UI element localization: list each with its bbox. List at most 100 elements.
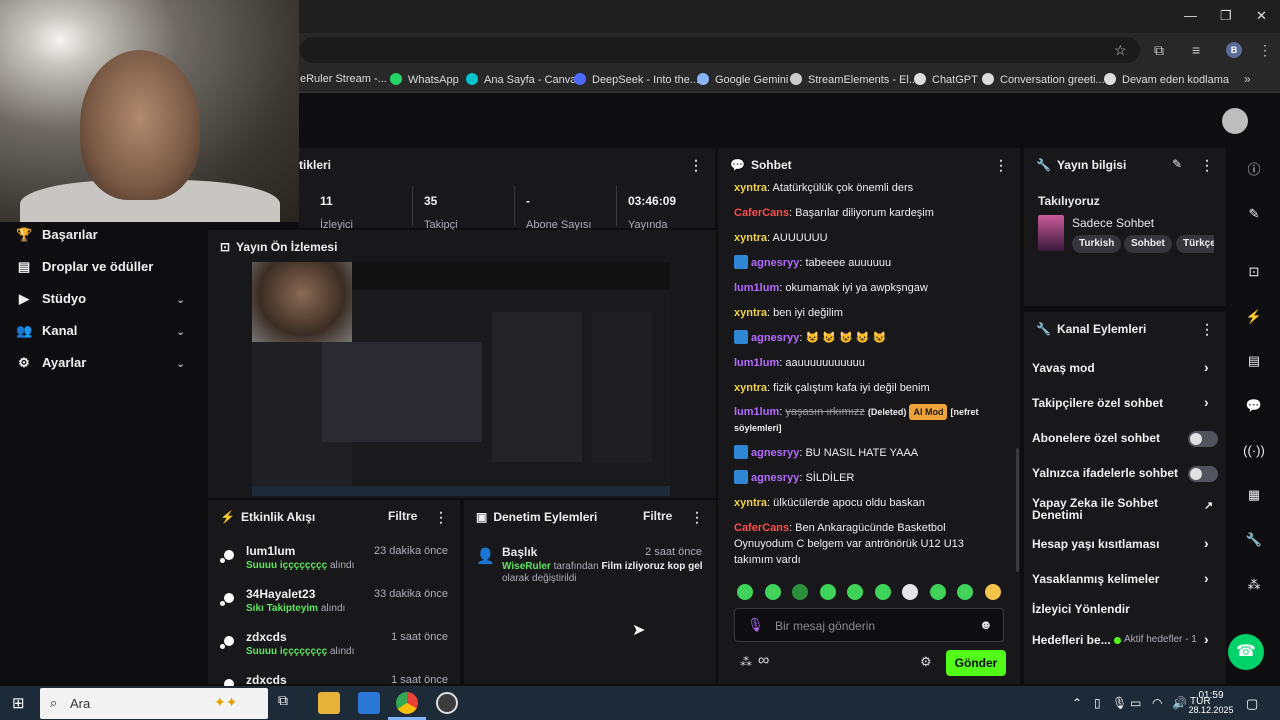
bookmark-item[interactable]: WhatsApp: [390, 73, 459, 87]
nav-item-3[interactable]: 👥 Kanal: [16, 323, 77, 343]
send-button[interactable]: Gönder: [946, 650, 1006, 676]
moderation-actor[interactable]: WiseRuler: [502, 561, 551, 572]
channel-action-toggle[interactable]: [1188, 466, 1218, 482]
channel-action-label[interactable]: Yapay Zeka ile Sohbet Denetimi: [1032, 497, 1192, 521]
stream-info-menu-icon[interactable]: ⋮: [1200, 157, 1214, 174]
channel-actions-menu-icon[interactable]: ⋮: [1200, 321, 1214, 338]
chat-settings-icon[interactable]: ⚙: [920, 654, 932, 670]
nav-item-2[interactable]: ▶ Stüdyo: [16, 291, 86, 311]
bookmark-item[interactable]: DeepSeek - Into the...: [574, 73, 699, 87]
nav-item-4[interactable]: ⚙ Ayarlar: [16, 355, 86, 375]
taskbar-search[interactable]: ⌕ Ara ✦✦: [40, 688, 268, 719]
bookmark-item[interactable]: ChatGPT: [914, 73, 978, 87]
emote-icon[interactable]: [737, 584, 753, 600]
tray-mic-icon[interactable]: 🎙: [1112, 696, 1127, 710]
chat-username[interactable]: xyntra: [734, 307, 767, 319]
extensions-icon[interactable]: ⧉: [1154, 42, 1164, 59]
emote-icon[interactable]: [847, 584, 863, 600]
chat-username[interactable]: lum1lum: [734, 406, 779, 418]
channel-action-label[interactable]: Yalnızca ifadelerle sohbet: [1032, 466, 1178, 480]
edit-icon[interactable]: ✎: [1172, 157, 1182, 171]
stats-menu-icon[interactable]: ⋮: [689, 157, 703, 174]
emote-icon[interactable]: [902, 584, 918, 600]
chat-username[interactable]: lum1lum: [734, 282, 779, 294]
task-view-icon[interactable]: ⧉: [278, 692, 300, 714]
moderation-filter-button[interactable]: Filtre: [643, 509, 672, 523]
microphone-icon[interactable]: 🎙: [747, 617, 764, 633]
stream-tag[interactable]: Turkish: [1072, 235, 1122, 253]
chevron-right-icon[interactable]: ›: [1204, 631, 1209, 647]
moderation-menu-icon[interactable]: ⋮: [690, 509, 704, 526]
category-thumbnail[interactable]: [1038, 215, 1064, 251]
activity-item-name[interactable]: zdxcds: [246, 630, 287, 644]
info-icon[interactable]: ⓘ: [1236, 152, 1272, 188]
bookmark-item[interactable]: StreamElements - El...: [790, 73, 918, 87]
channel-action-toggle[interactable]: [1188, 431, 1218, 447]
chat-menu-icon[interactable]: ⋮: [994, 157, 1008, 174]
close-icon[interactable]: ✕: [1256, 8, 1267, 24]
activity-filter-button[interactable]: Filtre: [388, 509, 417, 523]
share-icon[interactable]: ⁂: [1236, 567, 1272, 603]
channel-action-label[interactable]: İzleyici Yönlendir: [1032, 602, 1130, 616]
volume-icon[interactable]: 🔊: [1172, 696, 1187, 710]
maximize-icon[interactable]: ❐: [1220, 8, 1232, 24]
activity-item-name[interactable]: 34Hayalet23: [246, 587, 315, 601]
bookmark-item[interactable]: Conversation greeti...: [982, 73, 1105, 87]
more-menu-icon[interactable]: ⋮: [1258, 42, 1272, 59]
stream-tag[interactable]: Türkçe: [1176, 235, 1214, 253]
nav-item-0[interactable]: 🏆 Başarılar: [16, 227, 98, 247]
wifi-icon[interactable]: ◠: [1152, 696, 1162, 710]
channel-action-label[interactable]: Hesap yaşı kısıtlaması: [1032, 537, 1159, 551]
chat-rail-icon[interactable]: 💬: [1236, 388, 1272, 424]
stream-preview-video[interactable]: [252, 262, 670, 496]
activity-item-name[interactable]: zdxcds: [246, 673, 287, 687]
chat-username[interactable]: CaferCans: [734, 522, 789, 534]
document-icon[interactable]: ▤: [1236, 343, 1272, 379]
activity-menu-icon[interactable]: ⋮: [434, 509, 448, 526]
chat-username[interactable]: agnesryy: [751, 257, 799, 269]
stream-tag[interactable]: Sohbet: [1124, 235, 1172, 253]
emote-icon[interactable]: [984, 584, 1001, 600]
chevron-right-icon[interactable]: ›: [1204, 359, 1209, 375]
broadcast-icon[interactable]: ((·)): [1236, 433, 1272, 469]
emote-icon[interactable]: [874, 584, 891, 600]
emote-icon[interactable]: [819, 584, 836, 600]
chat-username[interactable]: lum1lum: [734, 357, 779, 369]
emoji-icon[interactable]: ☻: [979, 617, 993, 632]
points-icon[interactable]: ⁂: [740, 655, 752, 669]
store-icon[interactable]: [358, 692, 380, 714]
support-chat-icon[interactable]: ☎: [1228, 634, 1264, 670]
taskbar-time[interactable]: 01:59: [1196, 690, 1226, 701]
bookmark-item[interactable]: Devam eden kodlama: [1104, 73, 1229, 87]
chat-scrollbar[interactable]: [1016, 448, 1019, 572]
profile-avatar[interactable]: B: [1226, 42, 1242, 58]
tray-device-icon[interactable]: ▯: [1094, 696, 1101, 710]
minimize-icon[interactable]: —: [1184, 8, 1197, 23]
chevron-down-icon[interactable]: ⌄: [176, 357, 185, 370]
activity-item-name[interactable]: lum1lum: [246, 544, 295, 558]
chat-username[interactable]: xyntra: [734, 382, 767, 394]
nav-item-1[interactable]: ▤ Droplar ve ödüller: [16, 259, 153, 279]
windows-start-icon[interactable]: ⊞: [12, 694, 25, 712]
channel-action-label[interactable]: Abonelere özel sohbet: [1032, 431, 1160, 445]
emote-icon[interactable]: [764, 584, 781, 600]
bookmark-item[interactable]: Google Gemini: [697, 73, 788, 87]
chrome-icon[interactable]: [396, 692, 418, 714]
user-avatar[interactable]: [1222, 108, 1248, 134]
chevron-down-icon[interactable]: ⌄: [176, 325, 185, 338]
emote-icon[interactable]: [929, 584, 946, 600]
chat-username[interactable]: agnesryy: [751, 472, 799, 484]
external-link-icon[interactable]: ↗: [1204, 499, 1213, 512]
bookmark-item[interactable]: Ana Sayfa - Canva: [466, 73, 576, 87]
category-name[interactable]: Sadece Sohbet: [1072, 216, 1154, 230]
file-explorer-icon[interactable]: [318, 692, 340, 714]
chat-username[interactable]: CaferCans: [734, 207, 789, 219]
obs-icon[interactable]: [436, 692, 458, 714]
wrench-rail-icon[interactable]: 🔧: [1236, 522, 1272, 558]
tray-battery-icon[interactable]: ▭: [1130, 696, 1141, 710]
chat-username[interactable]: xyntra: [734, 182, 767, 194]
edit-rail-icon[interactable]: ✎: [1236, 196, 1272, 232]
chat-input[interactable]: 🎙 Bir mesaj gönderin ☻: [734, 608, 1004, 642]
bookmark-item[interactable]: eRuler Stream -...: [300, 73, 387, 87]
taskbar-date[interactable]: 28.12.2025: [1186, 705, 1236, 715]
